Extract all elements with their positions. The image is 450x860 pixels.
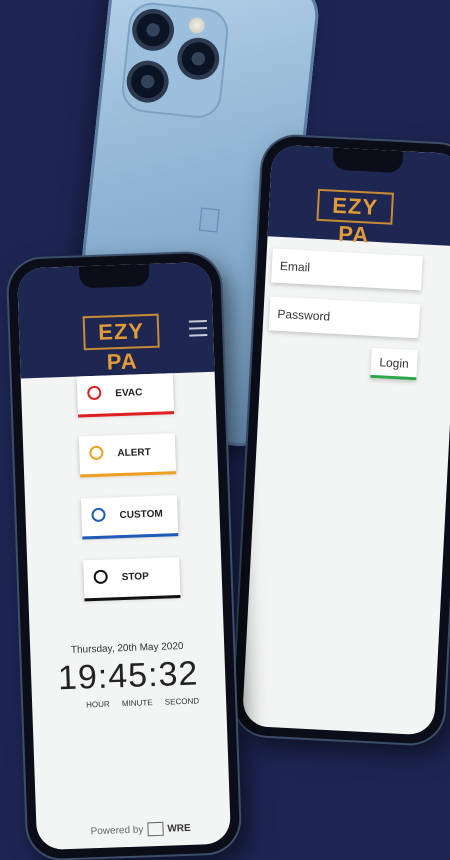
camera-lens-icon — [175, 35, 222, 82]
powered-by-footer: Powered by WRE — [90, 821, 191, 838]
app-logo: EZY PA — [82, 313, 160, 374]
phone-notch — [78, 263, 150, 289]
camera-lens-icon — [124, 58, 171, 105]
stop-button[interactable]: STOP — [83, 557, 181, 602]
password-field[interactable]: Password — [268, 296, 421, 339]
main-phone: EZY PA EVAC ALERT CUSTOM STOP Thursday, … — [7, 252, 241, 860]
email-field[interactable]: Email — [271, 248, 423, 291]
phone-notch — [332, 147, 404, 174]
hour-label: HOUR — [86, 699, 110, 710]
login-phone: EZY PA Email Password Login — [232, 134, 450, 746]
clock-display: 19:45:32 — [57, 654, 199, 698]
circle-icon — [87, 385, 102, 401]
minute-label: MINUTE — [121, 698, 153, 709]
button-label: EVAC — [115, 387, 143, 400]
custom-button[interactable]: CUSTOM — [80, 495, 179, 540]
hamburger-menu-icon[interactable] — [188, 319, 208, 342]
brand-name: WRE — [167, 822, 191, 835]
button-label: ALERT — [117, 447, 151, 460]
second-label: SECOND — [164, 696, 200, 707]
login-button[interactable]: Login — [370, 347, 418, 381]
clock-labels: HOUR MINUTE SECOND — [86, 696, 209, 709]
button-label: CUSTOM — [119, 508, 163, 522]
main-screen: EZY PA EVAC ALERT CUSTOM STOP Thursday, … — [16, 261, 232, 851]
wre-logo-icon — [147, 821, 164, 837]
circle-icon — [93, 569, 108, 585]
circle-icon — [91, 507, 106, 523]
app-logo: EZY PA — [316, 188, 394, 248]
alert-button[interactable]: ALERT — [78, 433, 177, 478]
evac-button[interactable]: EVAC — [76, 373, 175, 418]
circle-icon — [89, 445, 104, 461]
powered-by-text: Powered by — [90, 823, 144, 837]
camera-lens-icon — [130, 6, 177, 53]
login-screen: EZY PA Email Password Login — [241, 144, 450, 736]
button-underline — [80, 471, 177, 478]
button-underline — [82, 533, 179, 540]
button-label: STOP — [121, 571, 149, 584]
camera-module — [119, 0, 231, 121]
button-underline — [78, 411, 175, 418]
apple-logo-icon:  — [194, 201, 224, 242]
camera-flash-icon — [188, 16, 206, 35]
button-underline — [84, 595, 181, 602]
